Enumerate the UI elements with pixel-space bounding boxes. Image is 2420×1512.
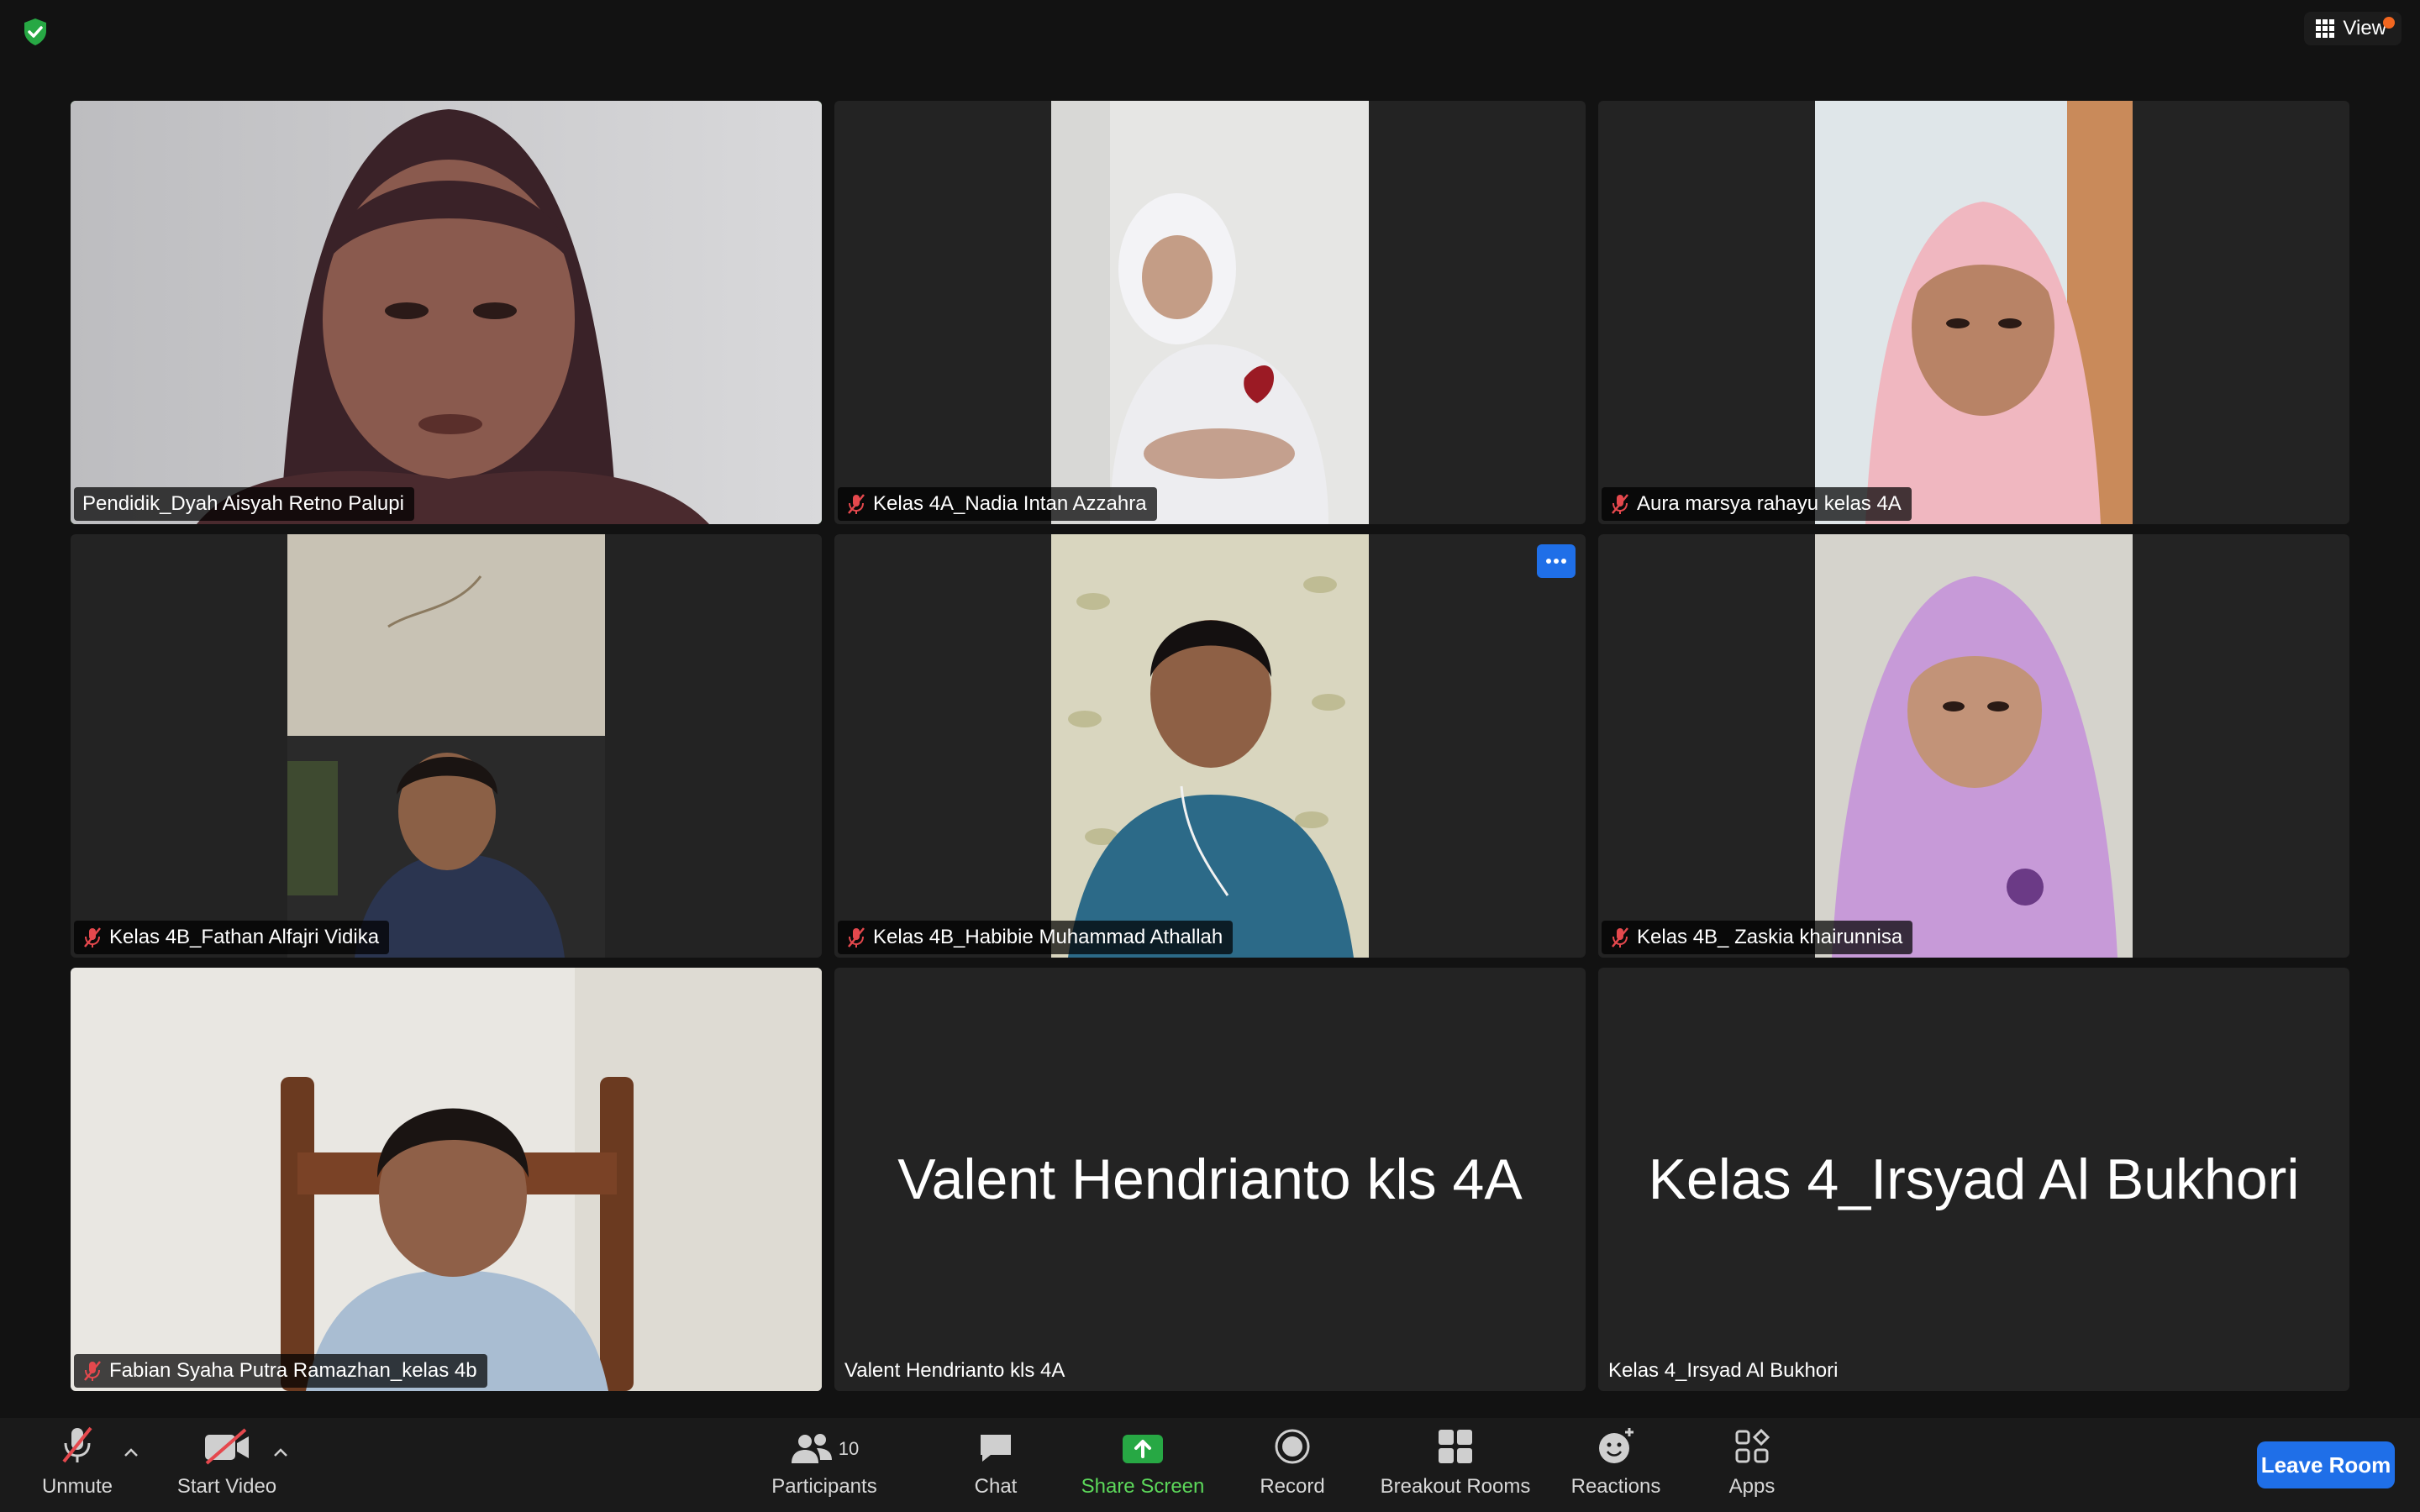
- participant-tile[interactable]: Kelas 4B_Fathan Alfajri Vidika: [71, 534, 822, 958]
- chat-bubble-icon: [981, 1435, 1011, 1462]
- reactions-smiley-icon: [1599, 1428, 1634, 1463]
- apps-icon: [1735, 1428, 1770, 1463]
- muted-mic-icon: [1612, 927, 1628, 948]
- record-icon: [1275, 1429, 1310, 1464]
- participant-name-tag: Kelas 4B_Fathan Alfajri Vidika: [74, 921, 390, 954]
- participant-name-tag: Fabian Syaha Putra Ramazhan_kelas 4b: [74, 1354, 487, 1388]
- participant-name-tag: Kelas 4B_Habibie Muhammad Athallah: [838, 921, 1234, 954]
- start-video-button[interactable]: Start Video: [165, 1418, 289, 1512]
- participant-video: [1815, 534, 2133, 958]
- participant-name: Valent Hendrianto kls 4A: [844, 1359, 1065, 1382]
- grid-view-icon: [2316, 19, 2335, 38]
- participant-tile[interactable]: Kelas 4A_Nadia Intan Azzahra: [834, 101, 1586, 524]
- record-button[interactable]: Record: [1250, 1418, 1334, 1512]
- participant-tile[interactable]: Valent Hendrianto kls 4A Valent Hendrian…: [834, 968, 1586, 1391]
- participant-name: Kelas 4A_Nadia Intan Azzahra: [873, 492, 1147, 515]
- reactions-label: Reactions: [1570, 1475, 1661, 1498]
- participant-tile[interactable]: Fabian Syaha Putra Ramazhan_kelas 4b: [71, 968, 822, 1391]
- view-label: View: [2343, 17, 2386, 39]
- participant-video: [71, 101, 822, 524]
- participant-tile[interactable]: Kelas 4_Irsyad Al Bukhori Kelas 4_Irsyad…: [1598, 968, 2349, 1391]
- participant-tile[interactable]: Kelas 4B_ Zaskia khairunnisa: [1598, 534, 2349, 958]
- record-label: Record: [1260, 1475, 1325, 1498]
- participant-video: [1051, 101, 1369, 524]
- meeting-toolbar: Unmute Start Video 10 Participants Chat …: [0, 1418, 2420, 1512]
- video-options-caret-icon[interactable]: [272, 1446, 289, 1458]
- breakout-rooms-button[interactable]: Breakout Rooms: [1370, 1418, 1541, 1512]
- share-screen-label: Share Screen: [1081, 1475, 1205, 1498]
- participant-name: Aura marsya rahayu kelas 4A: [1637, 492, 1902, 515]
- participant-display-name: Kelas 4_Irsyad Al Bukhori: [1648, 1147, 2300, 1211]
- muted-mic-icon: [1612, 494, 1628, 514]
- participants-label: Participants: [771, 1475, 877, 1498]
- unmute-button[interactable]: Unmute: [34, 1418, 121, 1512]
- chat-button[interactable]: Chat: [958, 1418, 1034, 1512]
- participant-video: [1815, 101, 2133, 524]
- participant-name: Kelas 4B_Fathan Alfajri Vidika: [109, 926, 380, 948]
- participant-name: Kelas 4_Irsyad Al Bukhori: [1608, 1359, 1839, 1382]
- muted-mic-icon: [848, 494, 865, 514]
- participant-tile[interactable]: Aura marsya rahayu kelas 4A: [1598, 101, 2349, 524]
- participants-button[interactable]: 10 Participants: [761, 1418, 887, 1512]
- participant-video: [287, 534, 605, 958]
- participant-name-tag: Valent Hendrianto kls 4A: [836, 1354, 1075, 1388]
- muted-mic-icon: [848, 927, 865, 948]
- muted-mic-icon: [84, 1361, 101, 1381]
- participant-tile[interactable]: Pendidik_Dyah Aisyah Retno Palupi: [71, 101, 822, 524]
- view-button[interactable]: View: [2304, 12, 2402, 45]
- participant-video: [71, 968, 822, 1391]
- participant-name-tag: Pendidik_Dyah Aisyah Retno Palupi: [74, 487, 414, 521]
- leave-room-button[interactable]: Leave Room: [2257, 1441, 2395, 1488]
- participant-name-tag: Kelas 4_Irsyad Al Bukhori: [1600, 1354, 1848, 1388]
- gallery-grid: Pendidik_Dyah Aisyah Retno Palupi Kelas …: [71, 101, 2349, 1391]
- shield-check-icon[interactable]: [18, 15, 52, 49]
- muted-mic-icon: [84, 927, 101, 948]
- unmute-label: Unmute: [41, 1475, 113, 1498]
- apps-button[interactable]: Apps: [1714, 1418, 1790, 1512]
- chat-label: Chat: [974, 1475, 1018, 1498]
- reactions-button[interactable]: Reactions: [1561, 1418, 1670, 1512]
- share-screen-button[interactable]: Share Screen: [1067, 1418, 1218, 1512]
- participant-name: Fabian Syaha Putra Ramazhan_kelas 4b: [109, 1359, 477, 1382]
- participant-name: Kelas 4B_ Zaskia khairunnisa: [1637, 926, 1903, 948]
- participant-name-tag: Kelas 4A_Nadia Intan Azzahra: [838, 487, 1157, 521]
- participants-icon: [791, 1434, 832, 1463]
- participants-count: 10: [838, 1438, 860, 1459]
- ellipsis-icon: [1546, 559, 1566, 564]
- participant-name-tag: Kelas 4B_ Zaskia khairunnisa: [1602, 921, 1913, 954]
- participant-display-name: Valent Hendrianto kls 4A: [897, 1147, 1523, 1211]
- notification-dot: [2383, 17, 2395, 29]
- participant-name: Kelas 4B_Habibie Muhammad Athallah: [873, 926, 1223, 948]
- share-screen-icon: [1123, 1435, 1163, 1463]
- participant-video: [1051, 534, 1369, 958]
- apps-label: Apps: [1728, 1475, 1776, 1498]
- more-options-button[interactable]: [1537, 544, 1576, 578]
- participant-name-tag: Aura marsya rahayu kelas 4A: [1602, 487, 1912, 521]
- breakout-rooms-icon: [1439, 1430, 1472, 1463]
- participant-tile[interactable]: Kelas 4B_Habibie Muhammad Athallah: [834, 534, 1586, 958]
- video-off-icon: [205, 1428, 249, 1465]
- start-video-label: Start Video: [176, 1475, 277, 1498]
- breakout-rooms-label: Breakout Rooms: [1380, 1475, 1531, 1498]
- audio-options-caret-icon[interactable]: [123, 1446, 139, 1458]
- participant-name: Pendidik_Dyah Aisyah Retno Palupi: [82, 492, 404, 515]
- muted-mic-icon: [62, 1426, 92, 1463]
